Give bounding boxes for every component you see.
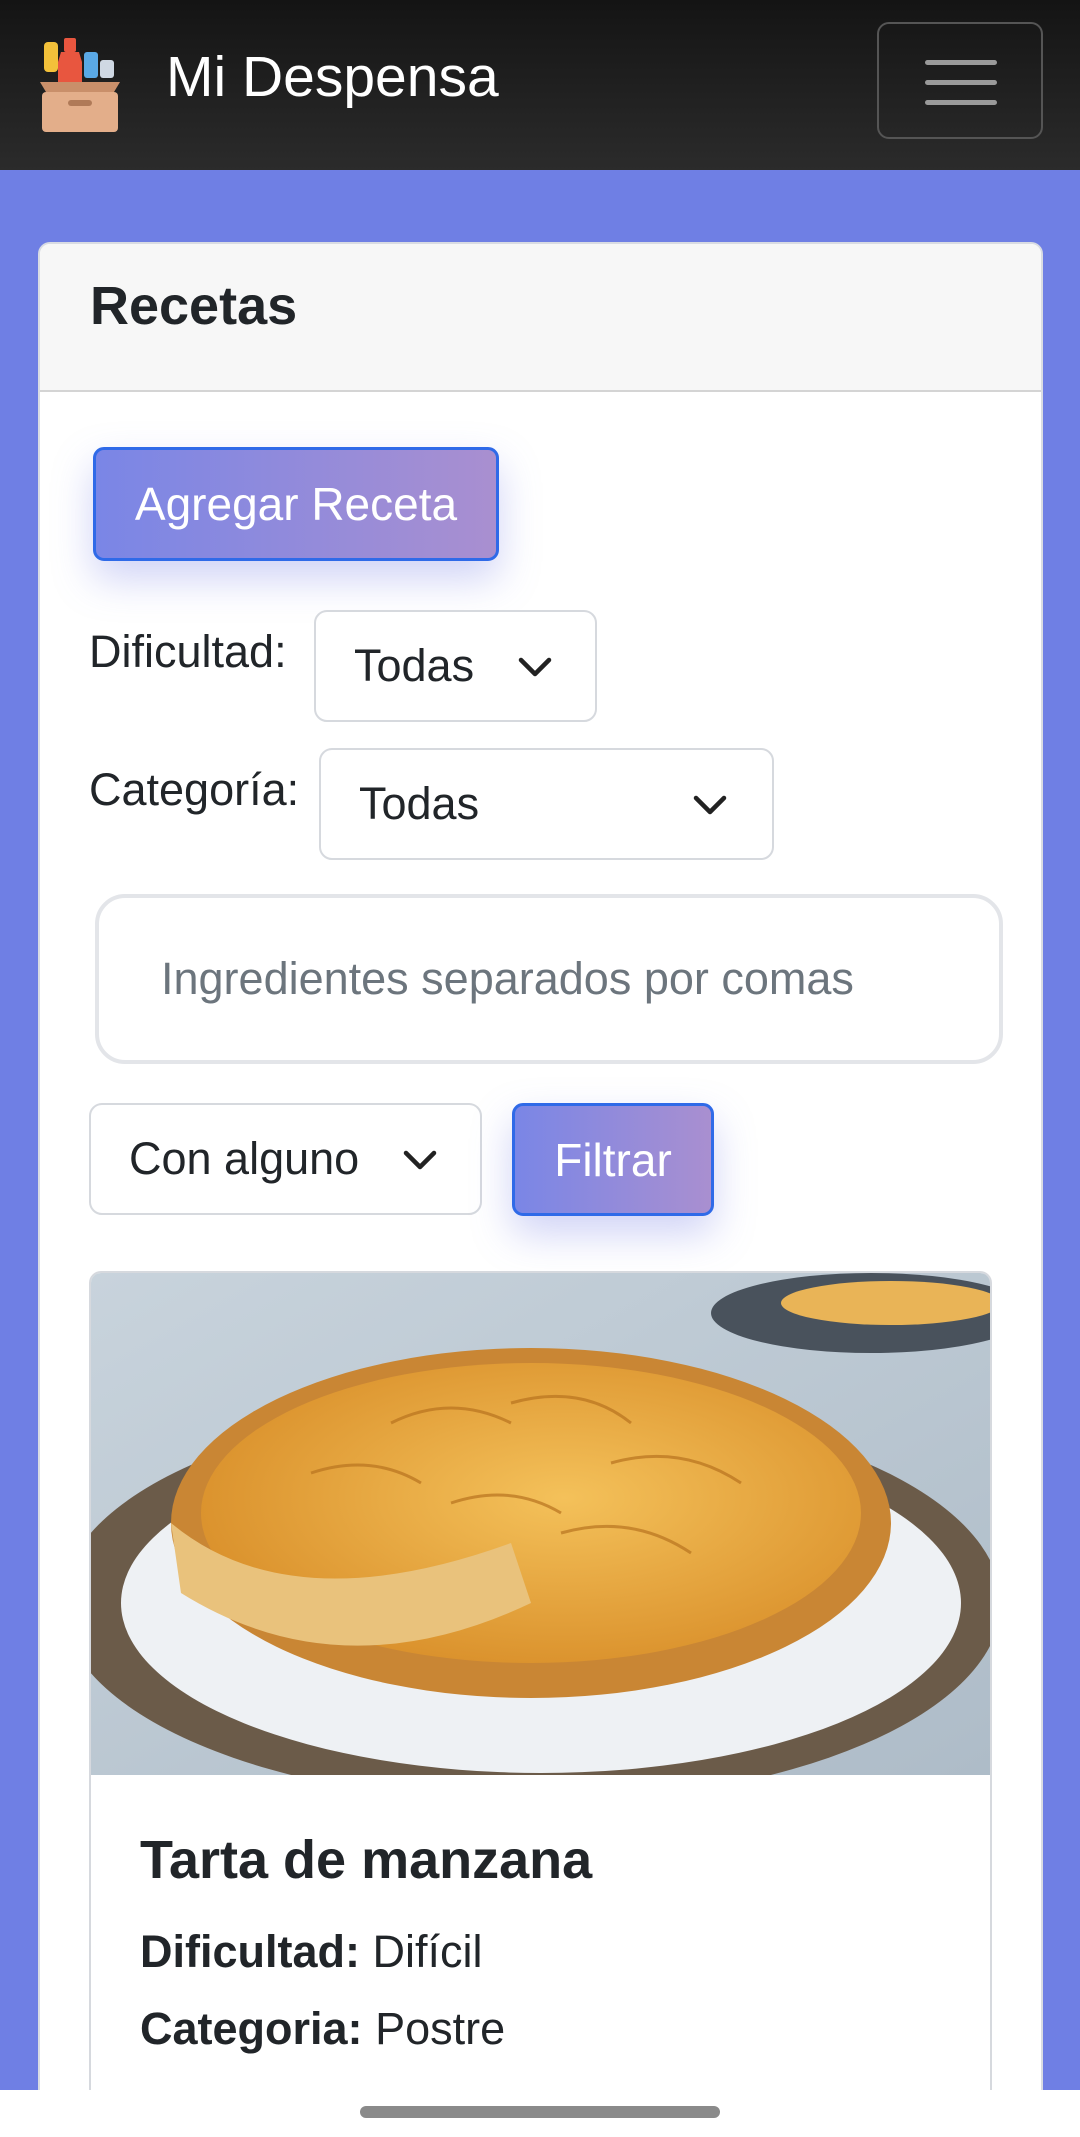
match-mode-value: Con alguno xyxy=(129,1133,360,1184)
ingredients-placeholder: Ingredientes separados por comas xyxy=(161,953,854,1004)
recipes-card: Recetas Agregar Receta Dificultad: Todas… xyxy=(38,242,1043,2137)
recipe-category-value: Postre xyxy=(375,2003,506,2054)
category-select-value: Todas xyxy=(359,778,480,829)
navbar: Mi Despensa xyxy=(0,0,1080,170)
recipe-category-label: Categoria: xyxy=(140,2003,363,2054)
difficulty-select-value: Todas xyxy=(354,640,475,691)
ingredients-input[interactable]: Ingredientes separados por comas xyxy=(95,894,1003,1064)
hamburger-bar xyxy=(925,80,997,85)
difficulty-label: Dificultad: xyxy=(89,626,287,677)
home-indicator-bar xyxy=(0,2090,1080,2137)
recipe-title[interactable]: Tarta de manzana xyxy=(140,1829,592,1891)
hamburger-menu-icon xyxy=(925,60,997,65)
home-indicator-pill[interactable] xyxy=(360,2106,720,2118)
card-header: Recetas xyxy=(40,244,1041,392)
category-select[interactable]: Todas xyxy=(319,748,774,860)
recipe-difficulty-value: Difícil xyxy=(372,1926,483,1977)
chevron-down-icon xyxy=(403,1150,437,1170)
recipe-difficulty-label: Dificultad: xyxy=(140,1926,360,1977)
add-recipe-button[interactable]: Agregar Receta xyxy=(93,447,499,561)
category-label: Categoría: xyxy=(89,764,300,815)
hamburger-bar xyxy=(925,100,997,105)
pantry-box-icon xyxy=(40,38,120,132)
brand-name[interactable]: Mi Despensa xyxy=(166,44,499,110)
page-title: Recetas xyxy=(90,276,298,336)
chevron-down-icon xyxy=(518,657,552,677)
recipe-image xyxy=(91,1273,990,1775)
hamburger-menu-button[interactable] xyxy=(877,22,1043,139)
recipe-category: Categoria: Postre xyxy=(140,2003,505,2055)
filter-button[interactable]: Filtrar xyxy=(512,1103,714,1216)
recipe-card[interactable]: Tarta de manzana Dificultad: Difícil Cat… xyxy=(89,1271,992,2137)
chevron-down-icon xyxy=(693,795,727,815)
difficulty-select[interactable]: Todas xyxy=(314,610,597,722)
match-mode-select[interactable]: Con alguno xyxy=(89,1103,482,1215)
recipe-difficulty: Dificultad: Difícil xyxy=(140,1926,483,1978)
